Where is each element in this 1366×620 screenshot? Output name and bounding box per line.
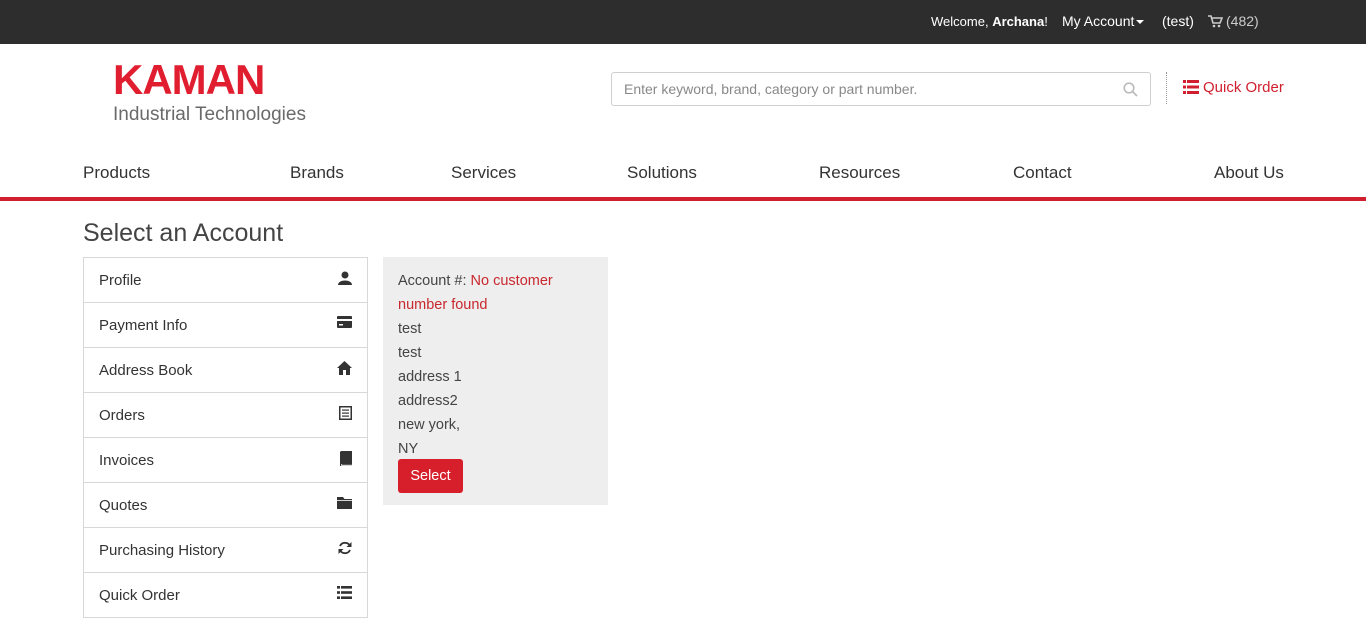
sidebar-item-label: Payment Info: [99, 317, 188, 334]
sidebar-item-label: Orders: [99, 407, 145, 424]
cart-link[interactable]: (482): [1208, 13, 1259, 29]
kaman-logo[interactable]: KAMAN Industrial Technologies: [113, 56, 306, 126]
sidebar-item-payment-info[interactable]: Payment Info: [84, 303, 367, 348]
user-icon: [338, 271, 352, 285]
sidebar-item-label: Address Book: [99, 362, 193, 379]
nav-resources[interactable]: Resources: [819, 163, 900, 183]
sidebar-item-quotes[interactable]: Quotes: [84, 483, 367, 528]
account-line-name: test: [398, 321, 422, 337]
header-divider: [1166, 72, 1167, 104]
cart-icon: [1208, 15, 1223, 28]
account-line-address2: address2: [398, 393, 458, 409]
my-account-dropdown[interactable]: My Account: [1062, 13, 1145, 29]
home-icon: [337, 361, 352, 375]
list-alt-icon: [339, 406, 352, 420]
account-line-city: new york,: [398, 417, 461, 433]
nav-solutions[interactable]: Solutions: [627, 163, 697, 183]
book-icon: [340, 451, 352, 466]
account-sidebar: Profile Payment Info Address Book Orders…: [83, 257, 368, 618]
sidebar-item-quick-order[interactable]: Quick Order: [84, 573, 367, 618]
account-number-value: No customer: [470, 273, 553, 289]
main-nav: Products Brands Services Solutions Resou…: [0, 160, 1366, 201]
account-line-state: NY: [398, 441, 419, 457]
sidebar-item-orders[interactable]: Orders: [84, 393, 367, 438]
nav-services[interactable]: Services: [451, 163, 516, 183]
quick-order-link[interactable]: Quick Order: [1183, 79, 1284, 96]
search-icon[interactable]: [1123, 82, 1138, 97]
select-account-button[interactable]: Select: [398, 459, 463, 493]
list-icon: [337, 586, 352, 599]
user-name: Archana: [992, 14, 1045, 29]
logo-brand: KAMAN: [113, 56, 265, 103]
sidebar-item-label: Quick Order: [99, 587, 180, 604]
search-box: [611, 72, 1151, 106]
sidebar-item-purchasing-history[interactable]: Purchasing History: [84, 528, 367, 573]
sidebar-item-profile[interactable]: Profile: [84, 258, 367, 303]
sidebar-item-address-book[interactable]: Address Book: [84, 348, 367, 393]
folder-icon: [337, 497, 352, 509]
account-line-company: test: [398, 345, 422, 361]
nav-products[interactable]: Products: [83, 163, 150, 183]
credit-card-icon: [337, 316, 352, 328]
nav-brands[interactable]: Brands: [290, 163, 344, 183]
top-bar: Welcome, Archana! My Account (test) (482…: [0, 0, 1366, 44]
page-title: Select an Account: [83, 219, 284, 247]
account-number-value-cont: number found: [398, 297, 488, 313]
sidebar-item-label: Quotes: [99, 497, 148, 514]
list-icon: [1183, 80, 1199, 94]
welcome-message: Welcome, Archana!: [931, 14, 1048, 29]
nav-contact[interactable]: Contact: [1013, 163, 1072, 183]
account-line-address1: address 1: [398, 369, 462, 385]
account-card: Account #: No customer number found test…: [383, 257, 608, 505]
caret-down-icon: [1136, 20, 1145, 25]
sidebar-item-invoices[interactable]: Invoices: [84, 438, 367, 483]
current-account-name: (test): [1162, 13, 1194, 29]
nav-about-us[interactable]: About Us: [1214, 163, 1284, 183]
sidebar-item-label: Invoices: [99, 452, 155, 469]
search-input[interactable]: [612, 73, 1112, 105]
logo-subtitle: Industrial Technologies: [113, 104, 306, 125]
account-number: Account #: No customer: [398, 273, 553, 289]
refresh-icon: [338, 541, 352, 555]
sidebar-item-label: Profile: [99, 272, 142, 289]
sidebar-item-label: Purchasing History: [99, 542, 225, 559]
